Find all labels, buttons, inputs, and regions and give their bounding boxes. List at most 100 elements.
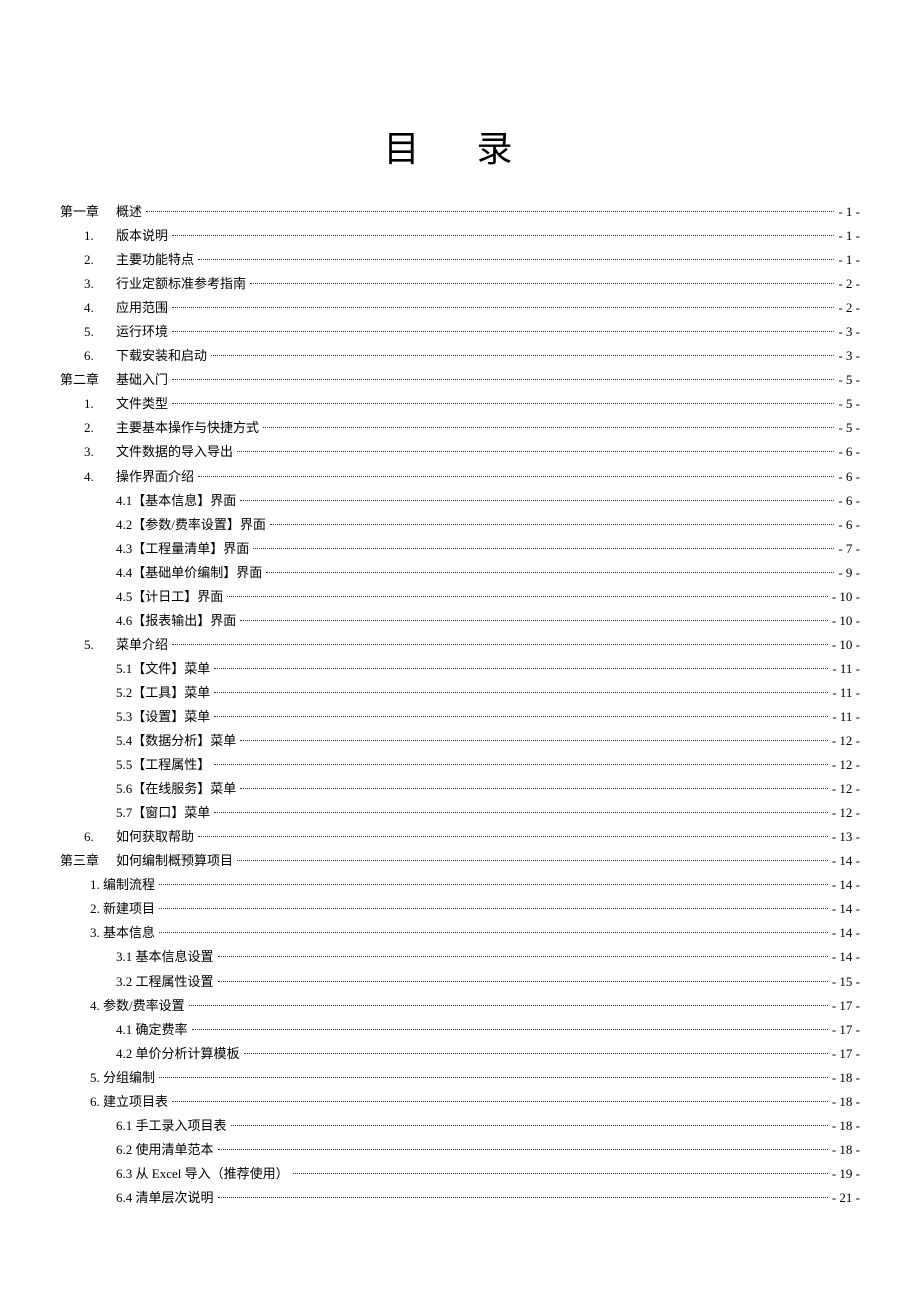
- toc-entry[interactable]: 5.2【工具】菜单- 11 -: [60, 681, 860, 705]
- toc-entry[interactable]: 1.文件类型- 5 -: [60, 392, 860, 416]
- toc-entry[interactable]: 6.如何获取帮助- 13 -: [60, 825, 860, 849]
- toc-entry[interactable]: 5.1【文件】菜单- 11 -: [60, 657, 860, 681]
- toc-entry-text: 如何获取帮助: [116, 825, 194, 849]
- toc-leader-dots: [214, 764, 828, 765]
- toc-entry[interactable]: 3.1 基本信息设置- 14 -: [60, 945, 860, 969]
- toc-entry-text: 5.5【工程属性】: [116, 753, 210, 777]
- toc-entry-page: - 14 -: [832, 849, 860, 873]
- toc-entry[interactable]: 5. 分组编制- 18 -: [60, 1066, 860, 1090]
- toc-entry[interactable]: 6. 建立项目表- 18 -: [60, 1090, 860, 1114]
- toc-entry-page: - 5 -: [838, 368, 860, 392]
- toc-entry[interactable]: 4. 参数/费率设置- 17 -: [60, 994, 860, 1018]
- toc-entry[interactable]: 5.6【在线服务】菜单- 12 -: [60, 777, 860, 801]
- toc-entry-text: 3. 基本信息: [90, 921, 155, 945]
- toc-entry-label: 5.: [60, 633, 116, 657]
- toc-entry[interactable]: 3. 基本信息 - 14 -: [60, 921, 860, 945]
- toc-entry-page: - 12 -: [832, 777, 860, 801]
- toc-entry[interactable]: 5.7【窗口】菜单- 12 -: [60, 801, 860, 825]
- toc-entry[interactable]: 4.6【报表输出】界面- 10 -: [60, 609, 860, 633]
- toc-entry[interactable]: 3.行业定额标准参考指南- 2 -: [60, 272, 860, 296]
- toc-entry[interactable]: 5.菜单介绍- 10 -: [60, 633, 860, 657]
- toc-entry-page: - 12 -: [832, 729, 860, 753]
- toc-entry[interactable]: 4.操作界面介绍- 6 -: [60, 465, 860, 489]
- toc-entry[interactable]: 2. 新建项目- 14 -: [60, 897, 860, 921]
- toc-entry-page: - 14 -: [832, 921, 860, 945]
- toc-entry-text: 4.2 单价分析计算模板: [116, 1042, 240, 1066]
- toc-entry[interactable]: 6.2 使用清单范本- 18 -: [60, 1138, 860, 1162]
- toc-entry-page: - 11 -: [832, 681, 860, 705]
- toc-entry-text: 6.4 清单层次说明: [116, 1186, 214, 1210]
- toc-entry[interactable]: 4.应用范围- 2 -: [60, 296, 860, 320]
- toc-entry-page: - 18 -: [832, 1090, 860, 1114]
- toc-entry-page: - 12 -: [832, 801, 860, 825]
- toc-entry-page: - 6 -: [838, 489, 860, 513]
- toc-entry[interactable]: 4.2 单价分析计算模板 - 17 -: [60, 1042, 860, 1066]
- toc-entry[interactable]: 5.5【工程属性】 - 12 -: [60, 753, 860, 777]
- toc-entry[interactable]: 1. 编制流程- 14 -: [60, 873, 860, 897]
- toc-entry[interactable]: 6.3 从 Excel 导入（推荐使用）- 19 -: [60, 1162, 860, 1186]
- toc-entry-page: - 17 -: [832, 1042, 860, 1066]
- toc-entry-page: - 21 -: [832, 1186, 860, 1210]
- toc-entry-page: - 10 -: [832, 633, 860, 657]
- toc-entry[interactable]: 4.4【基础单价编制】界面- 9 -: [60, 561, 860, 585]
- toc-entry[interactable]: 第三章如何编制概预算项目- 14 -: [60, 849, 860, 873]
- toc-entry-text: 5.1【文件】菜单: [116, 657, 210, 681]
- toc-entry-text: 3.2 工程属性设置: [116, 970, 214, 994]
- toc-leader-dots: [214, 692, 828, 693]
- toc-entry-label: 5.: [60, 320, 116, 344]
- toc-entry-text: 6.1 手工录入项目表: [116, 1114, 227, 1138]
- toc-entry-page: - 6 -: [838, 465, 860, 489]
- toc-leader-dots: [159, 884, 828, 885]
- toc-entry-label: 6.: [60, 344, 116, 368]
- toc-entry-text: 4.5【计日工】界面: [116, 585, 223, 609]
- toc-entry-page: - 18 -: [832, 1114, 860, 1138]
- toc-entry[interactable]: 3.2 工程属性设置 - 15 -: [60, 970, 860, 994]
- toc-leader-dots: [198, 259, 834, 260]
- toc-entry[interactable]: 4.3【工程量清单】界面- 7 -: [60, 537, 860, 561]
- toc-entry[interactable]: 4.1 确定费率- 17 -: [60, 1018, 860, 1042]
- toc-entry[interactable]: 第一章概述- 1 -: [60, 200, 860, 224]
- toc-entry[interactable]: 2.主要基本操作与快捷方式- 5 -: [60, 416, 860, 440]
- toc-leader-dots: [218, 981, 828, 982]
- toc-entry[interactable]: 6.下载安装和启动- 3 -: [60, 344, 860, 368]
- toc-entry[interactable]: 3.文件数据的导入导出- 6 -: [60, 440, 860, 464]
- toc-entry-page: - 5 -: [838, 392, 860, 416]
- toc-entry-text: 操作界面介绍: [116, 465, 194, 489]
- toc-entry-page: - 19 -: [832, 1162, 860, 1186]
- toc-entry-text: 文件类型: [116, 392, 168, 416]
- toc-leader-dots: [172, 403, 834, 404]
- toc-entry-text: 3.1 基本信息设置: [116, 945, 214, 969]
- toc-entry-text: 版本说明: [116, 224, 168, 248]
- toc-entry[interactable]: 6.4 清单层次说明 - 21 -: [60, 1186, 860, 1210]
- toc-entry[interactable]: 1.版本说明- 1 -: [60, 224, 860, 248]
- toc-entry-page: - 9 -: [838, 561, 860, 585]
- toc-leader-dots: [198, 476, 834, 477]
- toc-entry-page: - 12 -: [832, 753, 860, 777]
- toc-entry-page: - 3 -: [838, 320, 860, 344]
- toc-entry-text: 主要功能特点: [116, 248, 194, 272]
- toc-entry[interactable]: 6.1 手工录入项目表 - 18 -: [60, 1114, 860, 1138]
- toc-entry-page: - 7 -: [838, 537, 860, 561]
- toc-entry[interactable]: 4.2【参数/费率设置】界面- 6 -: [60, 513, 860, 537]
- toc-entry-page: - 2 -: [838, 272, 860, 296]
- toc-entry-text: 4. 参数/费率设置: [90, 994, 185, 1018]
- toc-entry-text: 5. 分组编制: [90, 1066, 155, 1090]
- toc-leader-dots: [237, 860, 828, 861]
- toc-entry-page: - 2 -: [838, 296, 860, 320]
- toc-entry-page: - 15 -: [832, 970, 860, 994]
- toc-entry-page: - 17 -: [832, 1018, 860, 1042]
- toc-entry-text: 主要基本操作与快捷方式: [116, 416, 259, 440]
- toc-leader-dots: [253, 548, 834, 549]
- toc-entry[interactable]: 5.4【数据分析】菜单- 12 -: [60, 729, 860, 753]
- toc-entry[interactable]: 5.运行环境- 3 -: [60, 320, 860, 344]
- toc-leader-dots: [189, 1005, 828, 1006]
- toc-entry[interactable]: 5.3【设置】菜单- 11 -: [60, 705, 860, 729]
- toc-entry[interactable]: 2.主要功能特点- 1 -: [60, 248, 860, 272]
- toc-entry[interactable]: 4.5【计日工】界面- 10 -: [60, 585, 860, 609]
- toc-entry-text: 文件数据的导入导出: [116, 440, 233, 464]
- toc-leader-dots: [159, 908, 828, 909]
- toc-entry-label: 6.: [60, 825, 116, 849]
- toc-entry-label: 第三章: [60, 849, 116, 873]
- toc-entry[interactable]: 4.1【基本信息】界面- 6 -: [60, 489, 860, 513]
- toc-entry[interactable]: 第二章基础入门- 5 -: [60, 368, 860, 392]
